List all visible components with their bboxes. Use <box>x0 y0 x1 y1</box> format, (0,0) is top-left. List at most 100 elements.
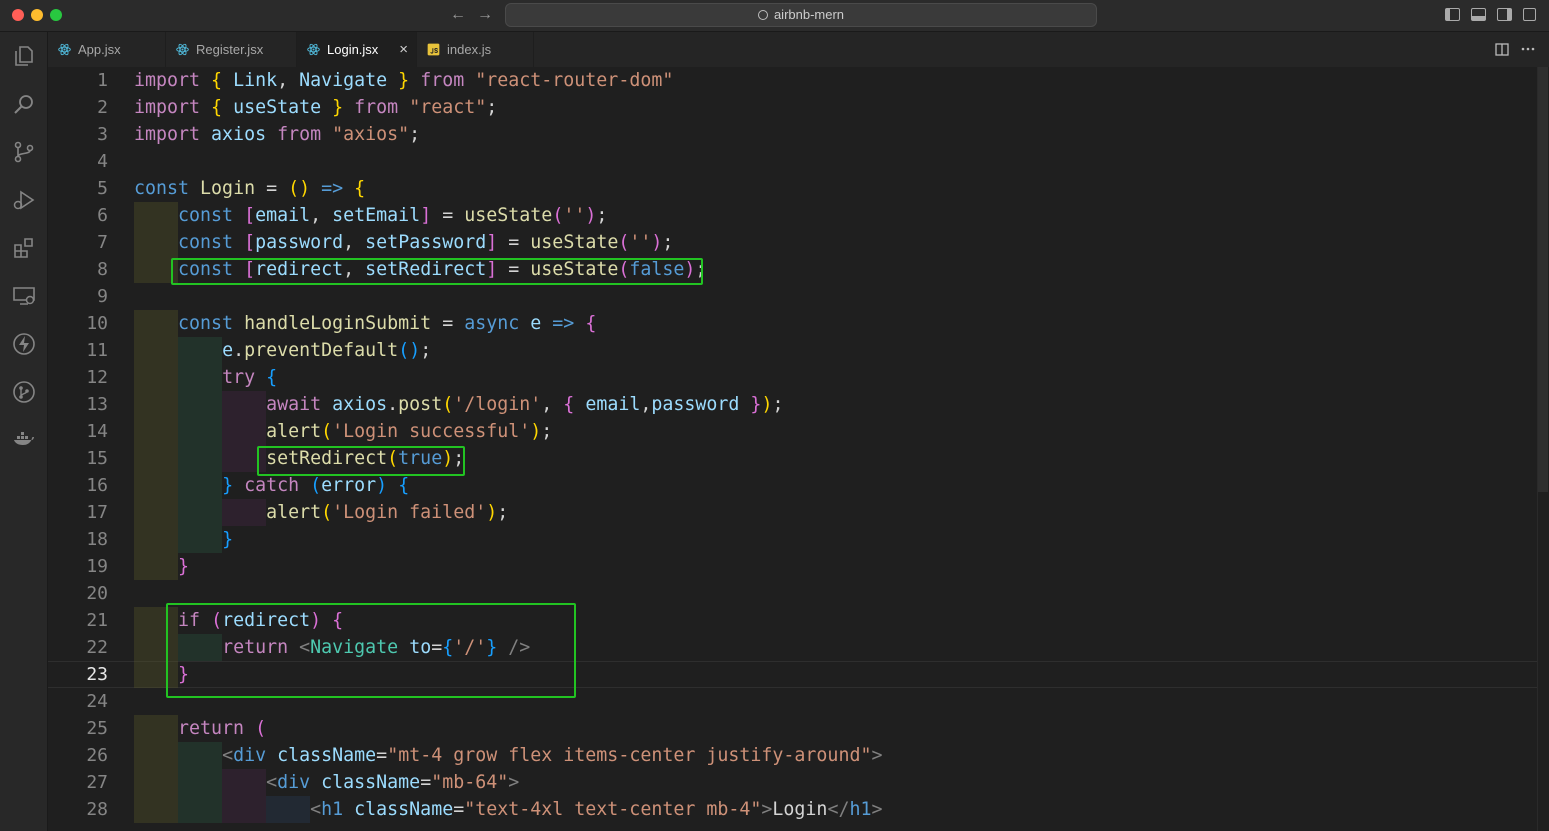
split-editor-icon[interactable] <box>1495 43 1509 56</box>
code-token: Login <box>200 178 256 199</box>
code-token: = <box>431 313 465 334</box>
code-token: handleLoginSubmit <box>244 313 432 334</box>
code-token: try <box>222 367 267 388</box>
line-number: 12 <box>86 367 108 388</box>
code-line: } <box>134 553 189 580</box>
code-token: '' <box>629 232 652 253</box>
code-token: ) <box>761 394 773 415</box>
docker-icon[interactable] <box>12 428 36 452</box>
line-number: 22 <box>86 637 108 658</box>
search-icon[interactable] <box>12 92 36 116</box>
tab-label: App.jsx <box>78 42 121 57</box>
tab-login-jsx[interactable]: Login.jsx × <box>297 32 417 67</box>
code-token: > <box>871 745 883 766</box>
code-token: "react" <box>409 97 487 118</box>
code-token: ; <box>409 124 421 145</box>
code-token: > <box>508 772 520 793</box>
code-token: ] <box>486 232 498 253</box>
command-center-search[interactable]: airbnb-mern <box>505 3 1097 27</box>
tab-index-js[interactable]: index.js <box>417 32 534 67</box>
code-editor[interactable]: 1 2 3 4 5 6 7 8 9 10 11 12 13 14 15 16 17 18 19 20 21 22 23 24 2… <box>48 67 1549 831</box>
code-token: Navigate <box>299 70 388 91</box>
tab-app-jsx[interactable]: App.jsx <box>48 32 166 67</box>
react-icon <box>307 43 320 56</box>
code-token: "mb-64" <box>431 772 509 793</box>
title-bar: ← → airbnb-mern <box>0 0 1549 32</box>
back-arrow-icon[interactable]: ← <box>450 5 466 25</box>
code-token: alert <box>266 421 322 442</box>
toggle-primary-sidebar-icon[interactable] <box>1445 8 1460 21</box>
code-token: import <box>134 124 212 145</box>
code-token: > <box>871 799 883 820</box>
thunder-client-icon[interactable] <box>12 332 36 356</box>
line-number: 16 <box>86 475 108 496</box>
code-token: , <box>310 205 333 226</box>
code-line: <div className="mb-64"> <box>134 769 519 796</box>
code-token: } <box>739 394 762 415</box>
minimize-window-button[interactable] <box>31 9 43 21</box>
code-token: </ <box>827 799 850 820</box>
code-token: import <box>134 97 212 118</box>
code-token: e <box>222 340 234 361</box>
code-token: , <box>277 70 300 91</box>
line-number: 25 <box>86 718 108 739</box>
code-token: from <box>266 124 333 145</box>
code-token: email <box>585 394 641 415</box>
toggle-secondary-sidebar-icon[interactable] <box>1497 8 1512 21</box>
scrollbar-thumb[interactable] <box>1538 67 1548 492</box>
editor-tab-bar: App.jsx Register.jsx Login.jsx × index.j… <box>48 32 1549 67</box>
code-token: , <box>541 394 564 415</box>
code-token: { <box>387 475 410 496</box>
close-tab-icon[interactable]: × <box>399 32 408 67</box>
maximize-window-button[interactable] <box>50 9 62 21</box>
code-token: ( <box>321 502 333 523</box>
highlight-box-redirect-condition <box>166 603 576 698</box>
code-token: ) <box>530 421 542 442</box>
code-token: => <box>310 178 355 199</box>
close-window-button[interactable] <box>12 9 24 21</box>
code-line: import { useState } from "react"; <box>134 94 497 121</box>
line-number: 3 <box>97 124 108 145</box>
code-token: < <box>222 745 234 766</box>
code-token: [ <box>244 205 256 226</box>
code-token: < <box>266 772 278 793</box>
js-icon <box>427 43 440 56</box>
source-control-icon[interactable] <box>12 140 36 164</box>
explorer-files-icon[interactable] <box>12 44 36 68</box>
code-token: className <box>266 745 377 766</box>
tab-label: index.js <box>447 42 492 57</box>
run-debug-icon[interactable] <box>12 188 36 212</box>
git-graph-icon[interactable] <box>12 380 36 404</box>
code-line: import axios from "axios"; <box>134 121 420 148</box>
code-line: try { <box>134 364 277 391</box>
more-actions-icon[interactable] <box>1521 47 1535 51</box>
tab-register-jsx[interactable]: Register.jsx <box>166 32 297 67</box>
forward-arrow-icon[interactable]: → <box>477 5 493 25</box>
customize-layout-icon[interactable] <box>1523 8 1536 21</box>
code-token: () <box>398 340 421 361</box>
extensions-icon[interactable] <box>12 236 36 260</box>
code-token: setPassword <box>365 232 487 253</box>
code-token: { <box>266 367 278 388</box>
line-number: 15 <box>86 448 108 469</box>
activity-bar <box>0 32 48 831</box>
code-token: await <box>266 394 333 415</box>
react-icon <box>176 43 189 56</box>
code-token: "axios" <box>332 124 410 145</box>
remote-explorer-icon[interactable] <box>12 284 36 308</box>
code-token: = <box>497 232 531 253</box>
code-token: email <box>255 205 311 226</box>
code-token: Link <box>233 70 278 91</box>
toggle-panel-icon[interactable] <box>1471 8 1486 21</box>
code-token: import <box>134 70 212 91</box>
code-token: axios <box>332 394 388 415</box>
code-line: } catch (error) { <box>134 472 409 499</box>
line-number: 20 <box>86 583 108 604</box>
code-token: . <box>387 394 399 415</box>
